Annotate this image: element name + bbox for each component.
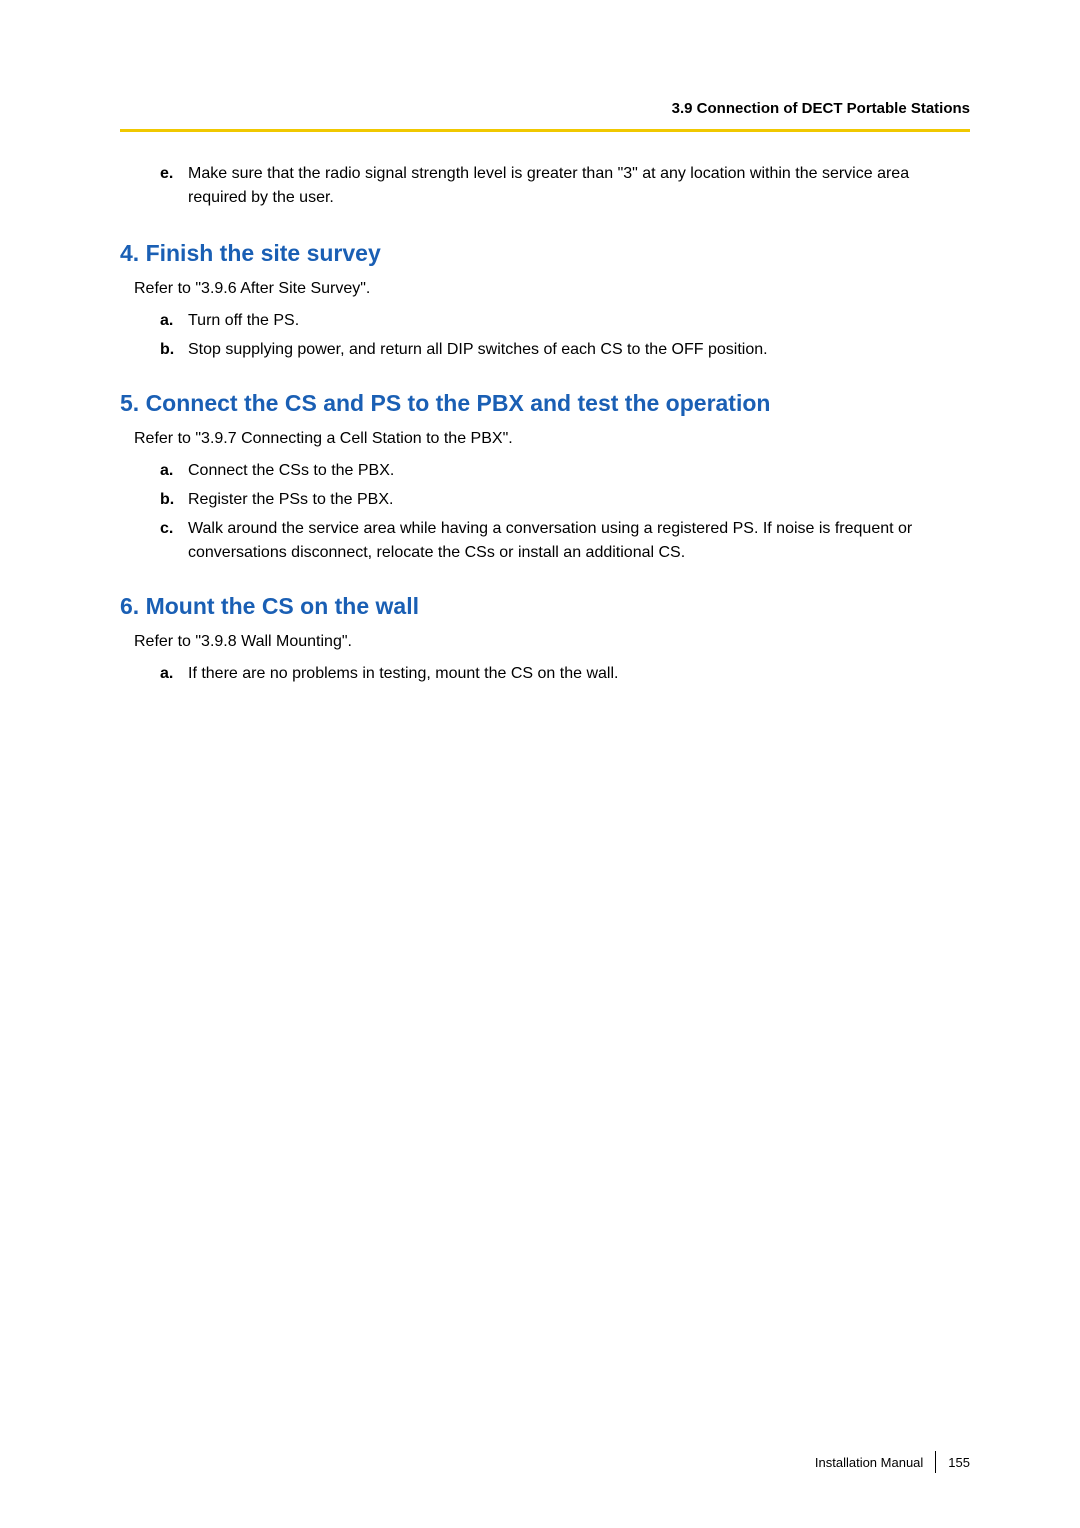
list-item: b. Register the PSs to the PBX. — [160, 488, 970, 512]
list-marker: a. — [160, 309, 188, 333]
list-text: Connect the CSs to the PBX. — [188, 459, 970, 483]
list-text: If there are no problems in testing, mou… — [188, 662, 970, 686]
footer-divider — [935, 1451, 936, 1473]
footer-page-number: 155 — [948, 1455, 970, 1470]
section-6: 6. Mount the CS on the wall Refer to "3.… — [120, 593, 970, 686]
list-marker: a. — [160, 459, 188, 483]
list-text: Stop supplying power, and return all DIP… — [188, 338, 970, 362]
footer-manual-label: Installation Manual — [815, 1455, 923, 1470]
refer-text: Refer to "3.9.7 Connecting a Cell Statio… — [134, 427, 970, 451]
sub-list: a. Connect the CSs to the PBX. b. Regist… — [160, 459, 970, 565]
document-page: 3.9 Connection of DECT Portable Stations… — [0, 0, 1080, 1528]
section-4: 4. Finish the site survey Refer to "3.9.… — [120, 240, 970, 362]
list-item: a. Connect the CSs to the PBX. — [160, 459, 970, 483]
list-item: c. Walk around the service area while ha… — [160, 517, 970, 565]
section-5: 5. Connect the CS and PS to the PBX and … — [120, 390, 970, 565]
list-text: Make sure that the radio signal strength… — [188, 162, 970, 210]
list-text: Turn off the PS. — [188, 309, 970, 333]
refer-text: Refer to "3.9.8 Wall Mounting". — [134, 630, 970, 654]
list-item: b. Stop supplying power, and return all … — [160, 338, 970, 362]
list-marker: b. — [160, 488, 188, 512]
list-text: Walk around the service area while havin… — [188, 517, 970, 565]
sub-list: a. Turn off the PS. b. Stop supplying po… — [160, 309, 970, 362]
list-item: e. Make sure that the radio signal stren… — [160, 162, 970, 210]
refer-text: Refer to "3.9.6 After Site Survey". — [134, 277, 970, 301]
continued-sub-list: e. Make sure that the radio signal stren… — [160, 162, 970, 210]
section-title: 4. Finish the site survey — [120, 240, 970, 267]
list-marker: c. — [160, 517, 188, 565]
continued-list-item: e. Make sure that the radio signal stren… — [160, 162, 970, 210]
list-item: a. Turn off the PS. — [160, 309, 970, 333]
page-footer: Installation Manual 155 — [815, 1451, 970, 1473]
list-text: Register the PSs to the PBX. — [188, 488, 970, 512]
section-title: 5. Connect the CS and PS to the PBX and … — [120, 390, 970, 417]
list-marker: a. — [160, 662, 188, 686]
section-title: 6. Mount the CS on the wall — [120, 593, 970, 620]
list-marker: e. — [160, 162, 188, 210]
list-marker: b. — [160, 338, 188, 362]
header-rule — [120, 129, 970, 132]
header-section-label: 3.9 Connection of DECT Portable Stations — [120, 100, 970, 117]
list-item: a. If there are no problems in testing, … — [160, 662, 970, 686]
sub-list: a. If there are no problems in testing, … — [160, 662, 970, 686]
